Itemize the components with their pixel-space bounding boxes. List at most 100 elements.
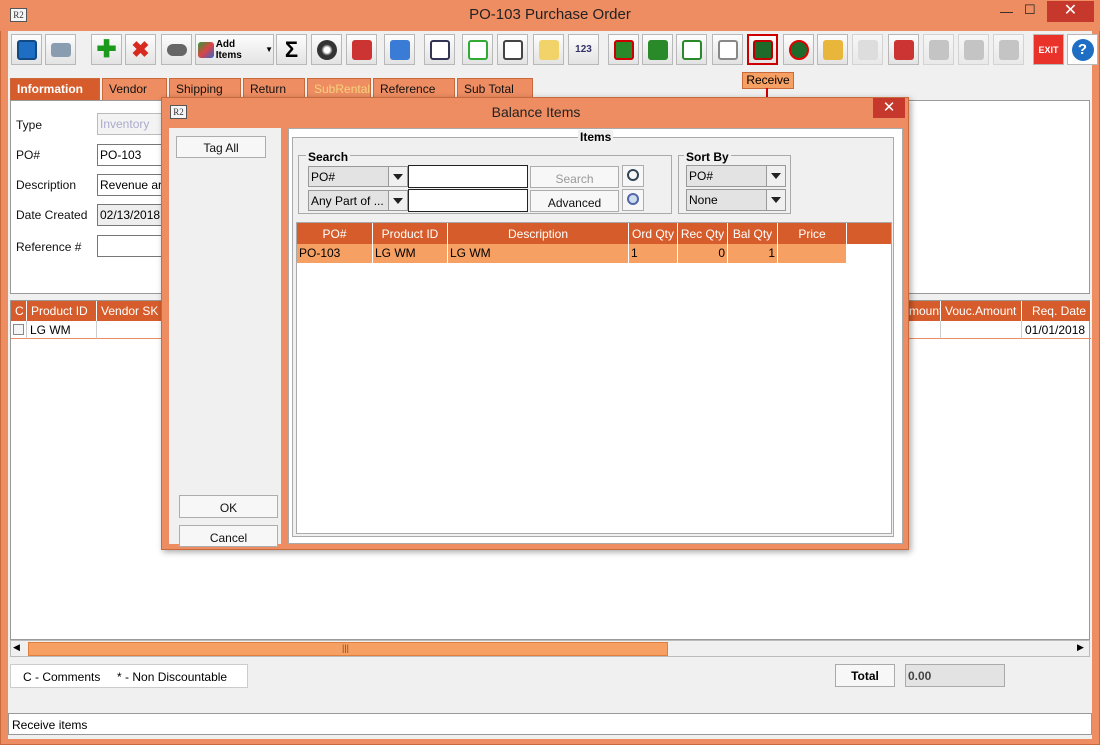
search-match-select[interactable]: Any Part of ... [308,190,389,211]
add-items-button[interactable]: Add Items ▼ [195,34,274,65]
column-header-po[interactable]: PO# [297,223,373,244]
horizontal-scrollbar[interactable]: ◀ ||| ▶ [10,640,1090,657]
cell-vouc-amount[interactable] [941,321,1022,339]
column-header-c[interactable]: C [11,301,27,321]
no-receive-button[interactable] [783,34,814,65]
help-button[interactable]: ? [1067,34,1098,65]
po-field[interactable]: PO-103 [97,144,167,166]
print-icon [50,42,71,57]
cell-price[interactable] [778,244,847,263]
cell-product-id[interactable]: LG WM [373,244,448,263]
add-items-label: Add Items [215,38,242,61]
chevron-down-icon [771,173,781,179]
scroll-thumb[interactable]: ||| [28,642,668,656]
cell-vendor-sku[interactable] [97,321,167,339]
tag-all-button[interactable]: Tag All [176,136,266,158]
scroll-left-icon[interactable]: ◀ [13,642,20,653]
box-button[interactable] [958,34,989,65]
scroll-thumb-grip: ||| [342,643,350,653]
ok-button[interactable]: OK [179,495,278,518]
page-button[interactable] [852,34,883,65]
cell-amount[interactable] [907,321,941,339]
cell-req-date[interactable]: 01/01/2018 [1022,321,1091,339]
delete-button[interactable]: ✖ [125,34,156,65]
type-field[interactable]: Inventory [97,113,167,135]
receive-button[interactable] [747,34,778,65]
column-header-rec-qty[interactable]: Rec Qty [678,223,728,244]
document-button[interactable] [712,34,743,65]
invoice-icon [647,39,668,60]
find-button[interactable] [161,34,192,65]
invoice-green-button[interactable] [608,34,639,65]
column-header-ord-qty[interactable]: Ord Qty [629,223,678,244]
cell-product-id[interactable]: LG WM [27,321,97,339]
cell-po[interactable]: PO-103 [297,244,373,263]
title-bar[interactable]: R2 PO-103 Purchase Order — ☐ ✕ [0,0,1100,31]
search-value-input-1[interactable] [408,165,528,188]
advanced-button[interactable]: Advanced [530,190,619,212]
chevron-down-icon [771,197,781,203]
search-value-input-2[interactable] [408,189,528,212]
search-match-dropdown[interactable] [388,190,408,211]
column-header-req-date[interactable]: Req. Date [1022,301,1091,321]
fax-button[interactable] [923,34,954,65]
sort-primary-dropdown[interactable] [766,165,786,187]
export-button[interactable] [676,34,707,65]
toolbar: ✚ ✖ Add Items ▼ Σ 123 EXIT ? [8,31,1098,69]
edit-doc-button[interactable] [384,34,415,65]
stamp-button[interactable] [346,34,377,65]
comment-checkbox[interactable] [11,321,27,339]
cell-bal-qty[interactable]: 1 [728,244,778,263]
search-field-dropdown[interactable] [388,166,408,187]
magnifier-button[interactable] [622,165,644,187]
items-title: Items [578,130,614,144]
invoice-button[interactable] [642,34,673,65]
folder-button[interactable] [533,34,564,65]
number-button[interactable]: 123 [568,34,599,65]
search-button[interactable]: Search [530,166,619,188]
column-header-vouc-amount[interactable]: Vouc.Amount [941,301,1022,321]
cell-description[interactable]: LG WM [448,244,629,263]
total-button[interactable]: Total [835,664,895,687]
scroll-right-icon[interactable]: ▶ [1077,642,1084,653]
column-header-amount[interactable]: mount [907,301,941,321]
note-button[interactable] [462,34,493,65]
form-button[interactable] [497,34,528,65]
advanced-search-button[interactable] [622,189,644,211]
tab-information[interactable]: Information [10,78,100,100]
exit-button[interactable]: EXIT [1033,34,1064,65]
cell-ord-qty[interactable]: 1 [629,244,678,263]
dialog-close-button[interactable]: ✕ [873,98,905,118]
date-created-field[interactable]: 02/13/2018 [97,204,167,226]
balls-button[interactable] [311,34,342,65]
search-field-select[interactable]: PO# [308,166,389,187]
report-button[interactable] [424,34,455,65]
column-header-product-id[interactable]: Product ID [27,301,97,321]
column-header-description[interactable]: Description [448,223,629,244]
grid-button[interactable] [993,34,1024,65]
sum-button[interactable]: Σ [276,34,307,65]
column-header-vendor-sku[interactable]: Vendor SK [97,301,167,321]
print-button[interactable] [45,34,76,65]
tab-vendor[interactable]: Vendor [102,78,167,100]
save-button[interactable] [11,34,42,65]
column-header-bal-qty[interactable]: Bal Qty [728,223,778,244]
sort-secondary-select[interactable]: None [686,189,767,211]
column-header-price[interactable]: Price [778,223,847,244]
cancel-button[interactable]: Cancel [179,525,278,547]
close-button[interactable]: ✕ [1047,1,1094,22]
minimize-button[interactable]: — [1000,4,1013,19]
lock-button[interactable] [817,34,848,65]
date-created-label: Date Created [16,208,88,222]
sort-primary-select[interactable]: PO# [686,165,767,187]
column-header-product-id[interactable]: Product ID [373,223,448,244]
restore-button[interactable]: ☐ [1024,2,1036,18]
sort-secondary-dropdown[interactable] [766,189,786,211]
description-field[interactable]: Revenue ar [97,174,167,196]
add-button[interactable]: ✚ [91,34,122,65]
reference-field[interactable] [97,235,167,257]
factory-button[interactable] [888,34,919,65]
no-receive-icon [788,39,809,60]
add-items-icon [198,41,214,58]
cell-rec-qty[interactable]: 0 [678,244,728,263]
